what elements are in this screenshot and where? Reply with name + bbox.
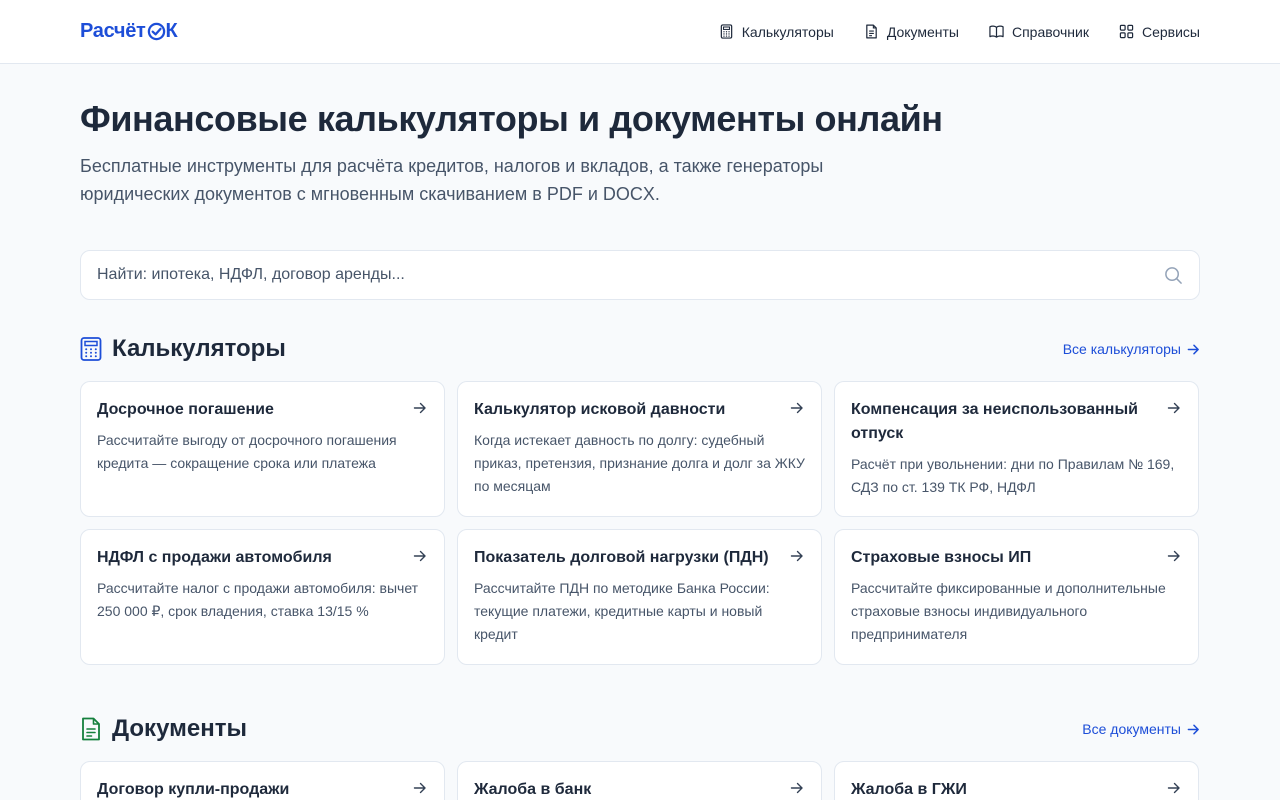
- calculator-icon: [720, 24, 733, 39]
- calculator-card[interactable]: Страховые взносы ИП Рассчитайте фиксиров…: [834, 529, 1199, 665]
- section-title-text: Документы: [112, 715, 247, 742]
- section-title-calculators: Калькуляторы: [80, 335, 286, 363]
- calculators-grid: Досрочное погашение Рассчитайте выгоду о…: [80, 381, 1200, 665]
- grid-icon: [1119, 24, 1134, 39]
- all-calculators-link[interactable]: Все калькуляторы: [1063, 341, 1200, 357]
- card-title: Договор купли-продажи: [97, 781, 290, 798]
- all-documents-link[interactable]: Все документы: [1082, 721, 1200, 737]
- arrow-right-icon: [1167, 550, 1180, 562]
- card-description: Рассчитайте фиксированные и дополнительн…: [851, 580, 1166, 642]
- search-input[interactable]: [97, 266, 1164, 284]
- card-title: Калькулятор исковой давности: [474, 401, 726, 418]
- logo-text-suffix: К: [165, 20, 178, 42]
- card-title: Страховые взносы ИП: [851, 549, 1032, 566]
- page-subtitle: Бесплатные инструменты для расчёта креди…: [80, 156, 824, 204]
- card-description: Рассчитайте ПДН по методике Банка России…: [474, 580, 770, 642]
- book-icon: [989, 25, 1004, 38]
- section-title-text: Калькуляторы: [112, 335, 286, 362]
- main-content: Финансовые калькуляторы и документы онла…: [0, 98, 1280, 800]
- nav-label: Справочник: [1011, 23, 1089, 40]
- main-nav: Калькуляторы Документы Справочник Сервис…: [689, 24, 1200, 40]
- card-title: Показатель долговой нагрузки (ПДН): [474, 549, 769, 566]
- document-card[interactable]: Договор купли-продажи: [80, 761, 445, 800]
- site-header: Расчёт К Калькуляторы Документы Справочн…: [0, 0, 1280, 64]
- document-card[interactable]: Жалоба в банк: [457, 761, 822, 800]
- calculator-icon: [80, 337, 102, 361]
- logo[interactable]: Расчёт К: [80, 20, 178, 43]
- nav-label: Документы: [886, 23, 959, 40]
- card-title: Жалоба в банк: [474, 781, 592, 798]
- document-icon: [866, 24, 877, 39]
- nav-item-reference[interactable]: Справочник: [989, 24, 1089, 40]
- document-card[interactable]: Жалоба в ГЖИ: [834, 761, 1199, 800]
- calculator-card[interactable]: НДФЛ с продажи автомобиля Рассчитайте на…: [80, 529, 445, 665]
- card-description: Рассчитайте выгоду от досрочного погашен…: [97, 432, 397, 471]
- documents-grid: Договор купли-продажи Жалоба в банк Жало…: [80, 761, 1200, 800]
- nav-item-calculators[interactable]: Калькуляторы: [719, 24, 834, 40]
- arrow-right-icon: [413, 402, 426, 414]
- arrow-right-icon: [790, 550, 803, 562]
- calculator-card[interactable]: Компенсация за неиспользованный отпуск Р…: [834, 381, 1199, 517]
- search-bar: [80, 250, 1200, 300]
- card-description: Когда истекает давность по долгу: судебн…: [474, 432, 805, 494]
- arrow-right-icon: [1187, 724, 1199, 734]
- card-title: НДФЛ с продажи автомобиля: [97, 549, 332, 566]
- nav-label: Калькуляторы: [741, 23, 834, 40]
- calculator-card[interactable]: Калькулятор исковой давности Когда истек…: [457, 381, 822, 517]
- calculator-card[interactable]: Показатель долговой нагрузки (ПДН) Рассч…: [457, 529, 822, 665]
- arrow-right-icon: [1187, 344, 1199, 354]
- arrow-right-icon: [413, 782, 426, 794]
- link-label: Все документы: [1082, 721, 1181, 737]
- page-title: Финансовые калькуляторы и документы онла…: [80, 98, 943, 139]
- nav-item-documents[interactable]: Документы: [864, 24, 959, 40]
- documents-section-header: Документы Все документы: [80, 715, 1200, 743]
- arrow-right-icon: [413, 550, 426, 562]
- nav-item-services[interactable]: Сервисы: [1119, 24, 1200, 40]
- nav-label: Сервисы: [1141, 23, 1200, 40]
- card-title: Компенсация за неиспользованный отпуск: [851, 401, 1138, 442]
- document-icon: [82, 717, 100, 741]
- card-title: Жалоба в ГЖИ: [851, 781, 967, 798]
- check-circle-icon: [147, 22, 166, 41]
- arrow-right-icon: [1167, 402, 1180, 414]
- link-label: Все калькуляторы: [1062, 341, 1181, 357]
- section-title-documents: Документы: [80, 715, 247, 743]
- search-icon[interactable]: [1164, 266, 1183, 285]
- arrow-right-icon: [790, 402, 803, 414]
- card-description: Рассчитайте налог с продажи автомобиля: …: [97, 580, 419, 619]
- calculator-card[interactable]: Досрочное погашение Рассчитайте выгоду о…: [80, 381, 445, 517]
- arrow-right-icon: [1167, 782, 1180, 794]
- arrow-right-icon: [790, 782, 803, 794]
- card-title: Досрочное погашение: [97, 401, 274, 418]
- card-description: Расчёт при увольнении: дни по Правилам №…: [851, 456, 1175, 495]
- logo-text-prefix: Расчёт: [80, 20, 146, 42]
- calculators-section-header: Калькуляторы Все калькуляторы: [80, 335, 1200, 363]
